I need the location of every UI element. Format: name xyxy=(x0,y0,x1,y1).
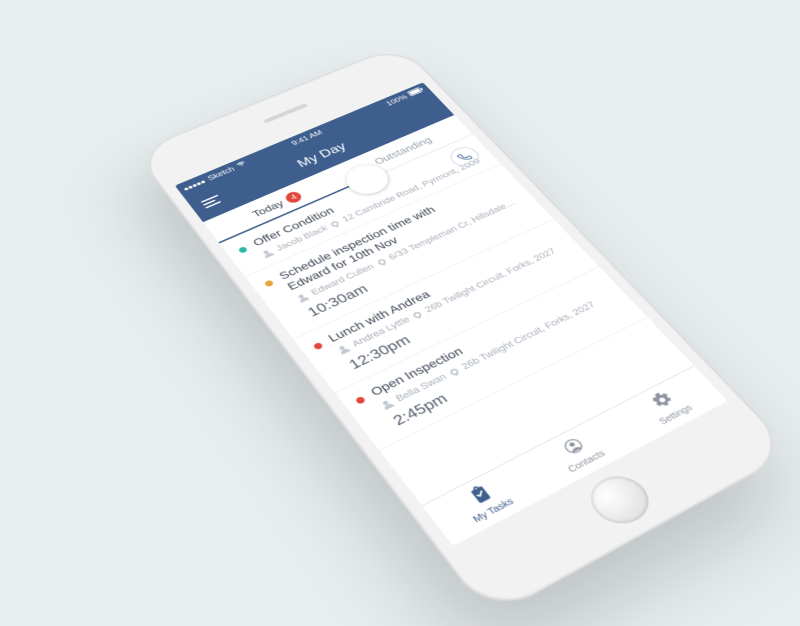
person-icon xyxy=(337,344,351,355)
person-icon xyxy=(296,292,310,302)
phone-body: Sketch 9:41 AM 100% My Day xyxy=(134,44,794,619)
home-button[interactable] xyxy=(580,468,660,532)
location-pin-icon xyxy=(413,311,423,318)
location-pin-icon xyxy=(330,220,339,227)
status-dot-icon xyxy=(355,396,367,405)
phone-icon xyxy=(456,151,474,163)
screen: Sketch 9:41 AM 100% My Day xyxy=(175,82,728,546)
location-pin-icon xyxy=(377,258,386,265)
person-icon xyxy=(380,399,394,410)
call-button[interactable] xyxy=(445,144,484,170)
status-dot-icon xyxy=(263,279,274,287)
location-pin-icon xyxy=(449,368,459,376)
status-dot-icon xyxy=(238,246,249,254)
person-icon xyxy=(261,248,274,258)
tab-today-label: Today xyxy=(250,198,286,219)
tab-today-badge: 4 xyxy=(283,190,304,205)
status-dot-icon xyxy=(312,341,323,350)
menu-icon[interactable] xyxy=(201,195,223,209)
